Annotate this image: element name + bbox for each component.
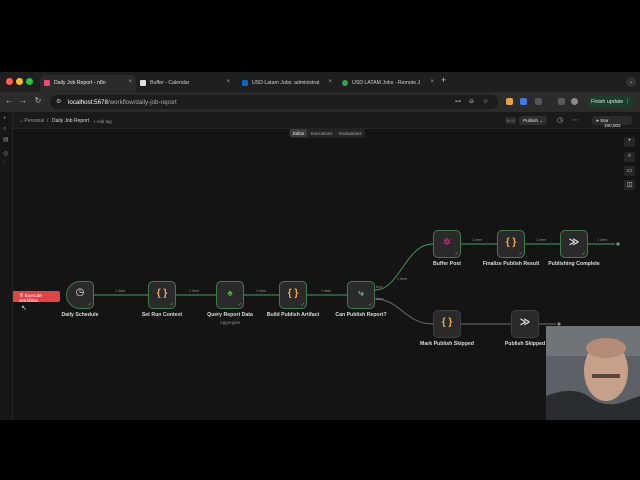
node-daily-schedule[interactable]: ◷ ✓ <box>66 281 94 309</box>
browser-window: Daily Job Report - n8n × Buffer - Calend… <box>0 72 640 420</box>
code-braces-icon: { } <box>441 317 453 328</box>
edge-label-false: false <box>376 297 385 301</box>
webcam-overlay <box>546 326 640 420</box>
success-check-icon: ✓ <box>368 302 373 308</box>
edge-label: 1 item <box>397 277 408 281</box>
success-check-icon: ✓ <box>169 302 174 308</box>
node-publishing-complete[interactable]: ≫ ✓ <box>560 230 588 258</box>
no-op-arrow-icon: ≫ <box>519 317 531 328</box>
execute-workflow-button[interactable]: ⚗ Execute workflow <box>13 291 60 304</box>
node-label: Can Publish Report? <box>335 312 387 318</box>
node-label: Mark Publish Skipped <box>420 341 474 347</box>
mongodb-leaf-icon: ♠ <box>227 288 233 299</box>
node-set-run-context[interactable]: { } ✓ <box>148 281 176 309</box>
node-can-publish-report[interactable]: ⤷ ✓ <box>347 281 375 309</box>
node-mark-publish-skipped[interactable]: { } <box>433 310 461 338</box>
code-braces-icon: { } <box>505 237 517 248</box>
success-check-icon: ✓ <box>237 302 242 308</box>
node-buffer-post[interactable]: ✲ ✓ <box>433 230 461 258</box>
edge-label: 1 item <box>256 289 267 293</box>
node-label: Daily Schedule <box>61 312 99 318</box>
edge-label: 1 item <box>472 238 483 242</box>
success-check-icon: ✓ <box>518 251 523 257</box>
presenter-video <box>546 326 640 420</box>
success-check-icon: ✓ <box>87 302 92 308</box>
success-check-icon: ✓ <box>454 251 459 257</box>
output-endpoint[interactable] <box>616 242 620 246</box>
connection-line <box>374 243 434 291</box>
if-branch-icon: ⤷ <box>358 288 364 299</box>
node-publish-skipped[interactable]: ≫ <box>511 310 539 338</box>
edge-label: 1 item <box>597 238 608 242</box>
node-sublabel: Aggregate <box>219 320 241 325</box>
buffer-logo-icon: ✲ <box>442 237 452 248</box>
edge-label: 1 item <box>115 289 126 293</box>
node-label: Publishing Complete <box>548 261 600 267</box>
clock-icon: ◷ <box>75 287 85 298</box>
node-query-report-data[interactable]: ♠ ✓ <box>216 281 244 309</box>
no-op-arrow-icon: ≫ <box>568 237 580 248</box>
workflow-canvas[interactable] <box>0 72 640 420</box>
mouse-cursor-icon: ↖ <box>21 305 27 312</box>
edge-label: 1 item <box>536 238 547 242</box>
success-check-icon: ✓ <box>581 251 586 257</box>
edge-label: 1 item <box>321 289 332 293</box>
node-build-publish-artifact[interactable]: { } ✓ <box>279 281 307 309</box>
node-finalize-publish-result[interactable]: { } ✓ <box>497 230 525 258</box>
success-check-icon: ✓ <box>300 302 305 308</box>
edge-label-true: true <box>376 285 383 289</box>
edge-label: 1 item <box>189 289 200 293</box>
code-braces-icon: { } <box>287 288 299 299</box>
code-braces-icon: { } <box>156 288 168 299</box>
